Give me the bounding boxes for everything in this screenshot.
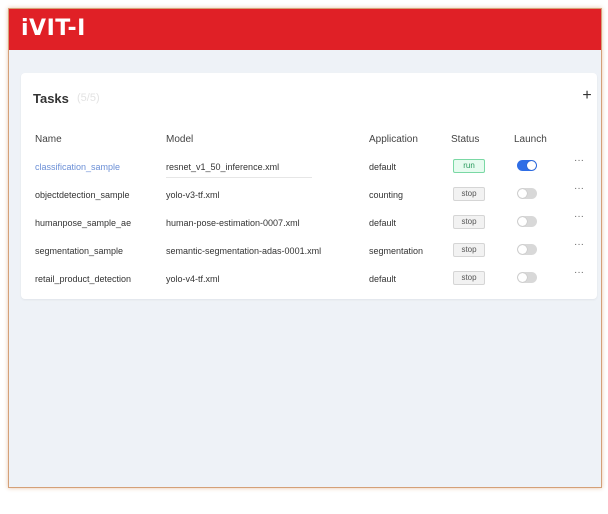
task-model: resnet_v1_50_inference.xml bbox=[166, 162, 280, 172]
toggle-knob bbox=[518, 273, 527, 282]
toggle-knob bbox=[518, 245, 527, 254]
task-model: human-pose-estimation-0007.xml bbox=[166, 218, 300, 228]
more-options-icon[interactable]: ··· bbox=[572, 268, 586, 281]
launch-toggle[interactable] bbox=[517, 216, 537, 227]
table-row: retail_product_detection yolo-v4-tf.xml … bbox=[21, 265, 597, 293]
status-badge[interactable]: run bbox=[453, 159, 485, 173]
add-task-button[interactable]: + bbox=[577, 87, 597, 107]
app-window: iVIT-I Tasks (5/5) + Name Model Applicat… bbox=[8, 8, 602, 488]
table-row: classification_sample resnet_v1_50_infer… bbox=[21, 153, 597, 181]
more-options-icon[interactable]: ··· bbox=[572, 240, 586, 253]
column-header-model: Model bbox=[166, 134, 194, 145]
toggle-knob bbox=[527, 161, 536, 170]
table-row: segmentation_sample semantic-segmentatio… bbox=[21, 237, 597, 265]
status-badge[interactable]: stop bbox=[453, 271, 485, 285]
model-divider bbox=[166, 177, 312, 178]
task-application: default bbox=[369, 162, 397, 172]
launch-toggle[interactable] bbox=[517, 188, 537, 199]
column-header-name: Name bbox=[35, 134, 62, 145]
table-row: objectdetection_sample yolo-v3-tf.xml co… bbox=[21, 181, 597, 209]
tasks-count: (5/5) bbox=[77, 92, 100, 104]
tasks-card: Tasks (5/5) + Name Model Application Sta… bbox=[21, 73, 597, 299]
task-model: yolo-v4-tf.xml bbox=[166, 274, 220, 284]
brand-logo[interactable]: iVIT-I bbox=[21, 16, 86, 41]
launch-toggle[interactable] bbox=[517, 244, 537, 255]
toggle-knob bbox=[518, 217, 527, 226]
task-name[interactable]: objectdetection_sample bbox=[35, 190, 130, 200]
tasks-title: Tasks bbox=[33, 91, 69, 106]
table-row: humanpose_sample_ae human-pose-estimatio… bbox=[21, 209, 597, 237]
task-application: default bbox=[369, 274, 397, 284]
column-header-status: Status bbox=[451, 134, 480, 145]
launch-toggle[interactable] bbox=[517, 160, 537, 171]
task-name[interactable]: humanpose_sample_ae bbox=[35, 218, 131, 228]
status-badge[interactable]: stop bbox=[453, 243, 485, 257]
task-name[interactable]: retail_product_detection bbox=[35, 274, 131, 284]
top-bar: iVIT-I bbox=[9, 9, 601, 50]
task-application: counting bbox=[369, 190, 404, 200]
column-header-application: Application bbox=[369, 134, 418, 145]
table-header: Name Model Application Status Launch bbox=[21, 134, 597, 150]
status-badge[interactable]: stop bbox=[453, 215, 485, 229]
toggle-knob bbox=[518, 189, 527, 198]
column-header-launch: Launch bbox=[514, 134, 547, 145]
task-model: semantic-segmentation-adas-0001.xml bbox=[166, 246, 322, 256]
task-application: segmentation bbox=[369, 246, 424, 256]
task-name[interactable]: segmentation_sample bbox=[35, 246, 123, 256]
task-name-link[interactable]: classification_sample bbox=[35, 162, 120, 172]
more-options-icon[interactable]: ··· bbox=[572, 184, 586, 197]
task-application: default bbox=[369, 218, 397, 228]
launch-toggle[interactable] bbox=[517, 272, 537, 283]
more-options-icon[interactable]: ··· bbox=[572, 212, 586, 225]
status-badge[interactable]: stop bbox=[453, 187, 485, 201]
task-model: yolo-v3-tf.xml bbox=[166, 190, 220, 200]
more-options-icon[interactable]: ··· bbox=[572, 156, 586, 169]
